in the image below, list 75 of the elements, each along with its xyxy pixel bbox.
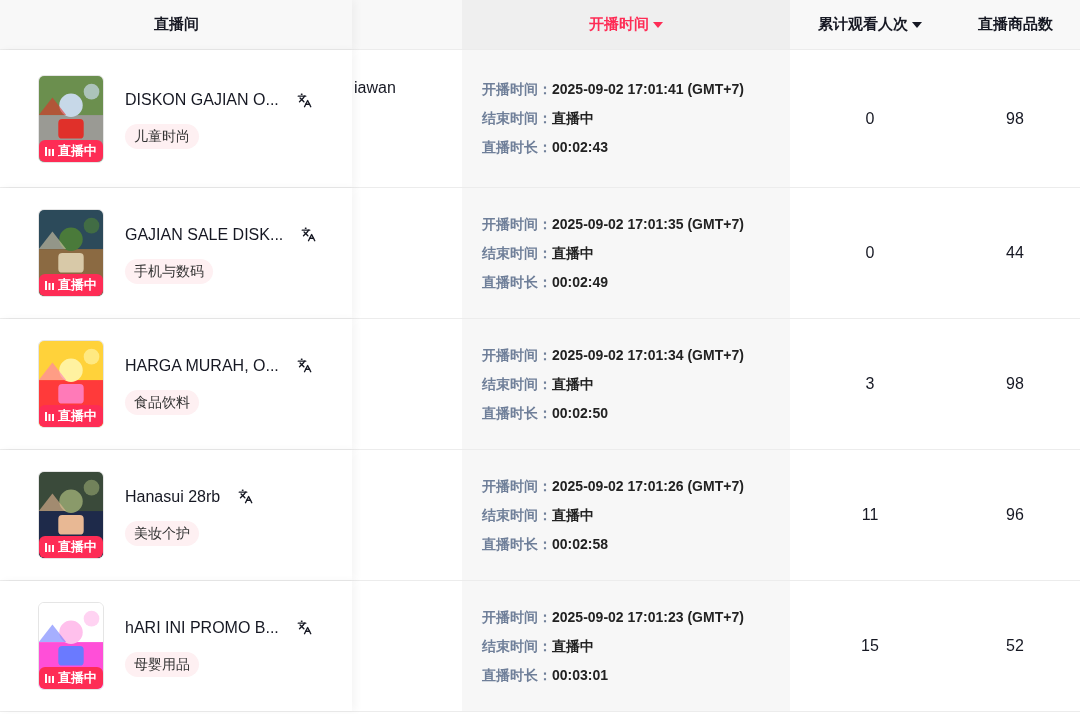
column-header: 直播间 (153, 14, 199, 35)
time-label: 结束时间： (482, 109, 552, 128)
time-value: 直播中 (552, 374, 594, 394)
cell-text: iawan (354, 78, 396, 98)
column-header: 直播商品数 (977, 14, 1053, 35)
time-value: 直播中 (552, 109, 594, 128)
time-label: 直播时长： (482, 403, 552, 423)
view-count: 15 (861, 636, 879, 656)
view-count: 0 (865, 108, 875, 129)
bars-icon (45, 673, 54, 683)
thumbnail[interactable]: 直播中 (38, 471, 104, 559)
category-tag: 美妆个护 (125, 520, 199, 546)
live-room-title[interactable]: GAJIAN SALE DISK... (125, 222, 284, 247)
translate-icon[interactable] (296, 358, 312, 373)
time-label: 开播时间： (482, 80, 552, 99)
time-label: 直播时长： (482, 138, 552, 157)
time-value: 直播中 (552, 505, 594, 525)
product-count: 96 (1006, 505, 1024, 525)
time-label: 结束时间： (482, 505, 552, 525)
time-label: 直播时长： (482, 534, 552, 554)
time-label: 结束时间： (482, 243, 552, 263)
bars-icon (45, 542, 54, 552)
live-room-title[interactable]: hARI INI PROMO B... (125, 615, 279, 640)
time-label: 结束时间： (482, 636, 552, 656)
live-room-title[interactable]: HARGA MURAH, O... (125, 353, 279, 378)
thumbnail[interactable]: 直播中 (38, 340, 104, 428)
time-label: 开播时间： (482, 345, 552, 365)
time-value: 00:02:49 (552, 272, 609, 292)
time-label: 直播时长： (482, 272, 552, 292)
time-value: 2025-09-02 17:01:35 (GMT+7) (552, 214, 744, 234)
view-count: 3 (865, 374, 875, 394)
bars-icon (45, 145, 54, 156)
thumbnail[interactable]: 直播中 (38, 602, 104, 690)
translate-icon[interactable] (301, 227, 317, 242)
translate-icon[interactable] (296, 620, 312, 635)
category-tag: 手机与数码 (125, 258, 213, 284)
time-label: 开播时间： (482, 214, 552, 234)
time-value: 00:03:01 (552, 665, 609, 685)
time-label: 结束时间： (482, 374, 552, 394)
time-label: 直播时长： (482, 665, 552, 685)
time-value: 00:02:58 (552, 534, 609, 554)
product-count: 52 (1006, 636, 1024, 656)
thumbnail[interactable]: 直播中 (38, 209, 104, 297)
live-badge: 直播中 (39, 536, 103, 558)
translate-icon[interactable] (238, 489, 254, 504)
live-badge: 直播中 (39, 139, 103, 162)
time-value: 2025-09-02 17:01:26 (GMT+7) (552, 476, 744, 496)
product-count: 98 (1006, 108, 1024, 129)
live-room-title[interactable]: Hanasui 28rb (125, 484, 221, 509)
category-tag: 食品饮料 (125, 389, 199, 415)
product-count: 98 (1006, 374, 1024, 394)
live-room-title[interactable]: DISKON GAJIAN O... (125, 88, 279, 112)
time-value: 直播中 (552, 636, 594, 656)
live-badge: 直播中 (39, 274, 103, 296)
view-count: 11 (861, 505, 879, 525)
live-badge: 直播中 (39, 405, 103, 427)
live-badge: 直播中 (39, 667, 103, 689)
bars-icon (45, 411, 54, 421)
translate-icon[interactable] (296, 92, 312, 108)
sort-caret-icon[interactable] (912, 21, 922, 28)
time-value: 2025-09-02 17:01:23 (GMT+7) (552, 607, 744, 627)
time-label: 开播时间： (482, 476, 552, 496)
time-value: 直播中 (552, 243, 594, 263)
bars-icon (45, 280, 54, 290)
thumbnail[interactable]: 直播中 (38, 74, 104, 163)
time-value: 2025-09-02 17:01:34 (GMT+7) (552, 345, 744, 365)
time-value: 00:02:50 (552, 403, 609, 423)
time-label: 开播时间： (482, 607, 552, 627)
time-value: 00:02:43 (552, 138, 609, 157)
time-value: 2025-09-02 17:01:41 (GMT+7) (552, 80, 744, 99)
category-tag: 儿童时尚 (125, 124, 199, 149)
category-tag: 母婴用品 (125, 651, 199, 677)
view-count: 0 (865, 243, 875, 263)
product-count: 44 (1006, 243, 1024, 263)
column-header[interactable]: 累计观看人次 (818, 13, 922, 36)
